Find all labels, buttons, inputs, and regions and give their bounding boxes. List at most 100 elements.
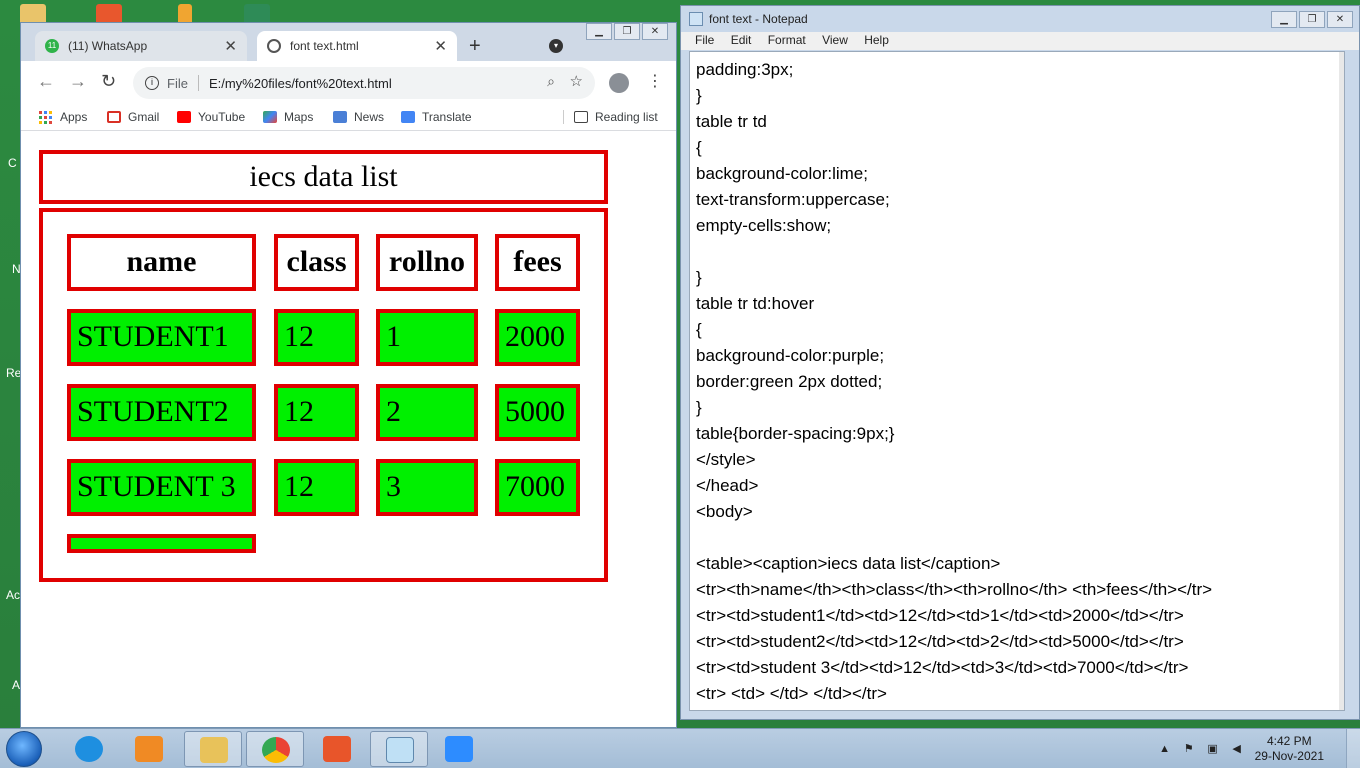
action-center-flag-icon[interactable]: ⚑: [1183, 743, 1195, 755]
code-line: <tr><td>student1</td><td>12</td><td>1</t…: [696, 606, 1184, 625]
taskbar-internet-explorer[interactable]: [60, 731, 118, 767]
table-cell[interactable]: 2000: [495, 309, 580, 366]
menu-file[interactable]: File: [695, 33, 714, 47]
tab-whatsapp[interactable]: 11 (11) WhatsApp ✕: [35, 31, 247, 61]
code-line: padding:3px;: [696, 60, 794, 79]
bookmark-label: Apps: [60, 110, 88, 124]
menu-format[interactable]: Format: [768, 33, 806, 47]
taskbar-chrome[interactable]: [246, 731, 304, 767]
code-line: border:green 2px dotted;: [696, 372, 883, 391]
minimize-button[interactable]: ▁: [1271, 11, 1297, 28]
menu-edit[interactable]: Edit: [731, 33, 752, 47]
clock[interactable]: 4:42 PM 29-Nov-2021: [1255, 734, 1324, 764]
reading-list-button[interactable]: Reading list: [563, 110, 658, 124]
table-cell[interactable]: 5000: [495, 384, 580, 441]
tab-font-text[interactable]: font text.html ✕: [257, 31, 457, 61]
start-button[interactable]: [6, 731, 42, 767]
notepad-text-area[interactable]: padding:3px;} table tr td {background-colo…: [689, 51, 1345, 711]
close-tab-icon[interactable]: ✕: [434, 37, 447, 55]
url-text[interactable]: E:/my%20files/font%20text.html: [209, 76, 392, 91]
minimize-button[interactable]: ▁: [586, 23, 612, 40]
bookmark-label: Gmail: [128, 110, 160, 124]
window-controls: ▁ ❐ ✕: [584, 23, 668, 40]
scheme-label: File: [167, 75, 188, 91]
code-line: <table><caption>iecs data list</caption>: [696, 554, 1001, 573]
table-cell[interactable]: 7000: [495, 459, 580, 516]
clock-time: 4:42 PM: [1266, 734, 1312, 748]
show-hidden-icons-icon[interactable]: ▲: [1159, 743, 1171, 755]
back-arrow-icon[interactable]: ←: [37, 71, 55, 92]
info-icon[interactable]: i: [145, 76, 159, 90]
reading-list-label: Reading list: [595, 110, 658, 124]
bookmark-maps[interactable]: Maps: [263, 110, 313, 124]
address-bar[interactable]: i File E:/my%20files/font%20text.html ⌕ …: [133, 67, 595, 99]
zoom-icon: [445, 736, 473, 762]
menu-help[interactable]: Help: [864, 33, 889, 47]
bookmark-star-icon[interactable]: ☆: [570, 72, 583, 90]
maximize-button[interactable]: ❐: [1299, 11, 1325, 28]
tab-search-icon[interactable]: ▾: [549, 39, 563, 53]
code-line: }: [696, 268, 702, 287]
youtube-icon: [177, 111, 191, 123]
header-cell: rollno: [376, 234, 478, 291]
code-line: background-color:lime;: [696, 164, 868, 183]
code-line: table{border-spacing:9px;}: [696, 424, 895, 443]
bookmark-gmail[interactable]: Gmail: [107, 110, 159, 124]
zoom-icon[interactable]: ⌕: [547, 73, 555, 90]
bookmark-apps[interactable]: Apps: [39, 110, 87, 124]
show-desktop-button[interactable]: [1346, 729, 1360, 768]
empty-table-cell[interactable]: [67, 534, 256, 553]
scrollbar[interactable]: [1339, 52, 1344, 710]
media-player-icon: [135, 736, 163, 762]
tab-label: font text.html: [290, 39, 359, 53]
notepad-window: font text - Notepad ▁ ❐ ✕ File Edit Form…: [680, 5, 1360, 720]
network-icon[interactable]: ▣: [1207, 743, 1219, 755]
table-cell[interactable]: STUDENT1: [67, 309, 256, 366]
maps-icon: [263, 111, 277, 123]
table-cell[interactable]: 3: [376, 459, 478, 516]
page-content: iecs data list name class rollno fees ST…: [21, 132, 676, 727]
code-line: table tr td: [696, 112, 767, 131]
translate-icon: [401, 111, 415, 123]
whatsapp-icon: 11: [45, 39, 59, 53]
table-cell[interactable]: 1: [376, 309, 478, 366]
bookmark-news[interactable]: News: [333, 110, 384, 124]
header-cell: class: [274, 234, 359, 291]
table-cell[interactable]: STUDENT 3: [67, 459, 256, 516]
profile-avatar-icon[interactable]: [609, 73, 629, 93]
taskbar-file-explorer[interactable]: [184, 731, 242, 767]
code-line: <tr> <td> </td> </td></tr>: [696, 684, 887, 703]
table-cell[interactable]: 2: [376, 384, 478, 441]
table-cell[interactable]: 12: [274, 309, 359, 366]
volume-icon[interactable]: ◀: [1231, 743, 1243, 755]
divider: [197, 75, 199, 91]
table-cell[interactable]: 12: [274, 459, 359, 516]
forward-arrow-icon[interactable]: →: [69, 71, 87, 92]
bookmark-youtube[interactable]: YouTube: [177, 110, 245, 124]
table-cell[interactable]: STUDENT2: [67, 384, 256, 441]
bookmark-translate[interactable]: Translate: [401, 110, 472, 124]
new-tab-button[interactable]: +: [469, 35, 481, 58]
taskbar-brave[interactable]: [308, 731, 366, 767]
reload-icon[interactable]: ↻: [101, 71, 116, 92]
taskbar-zoom[interactable]: [430, 731, 488, 767]
desktop-label: Ac: [6, 588, 21, 602]
gmail-icon: [107, 111, 121, 123]
restore-button[interactable]: ❐: [614, 23, 640, 40]
close-window-button[interactable]: ✕: [1327, 11, 1353, 28]
close-tab-icon[interactable]: ✕: [224, 37, 237, 55]
notepad-icon: [386, 737, 414, 763]
close-window-button[interactable]: ✕: [642, 23, 668, 40]
chrome-tab-strip: ▁ ❐ ✕ 11 (11) WhatsApp ✕ font text.html …: [21, 23, 676, 61]
taskbar-notepad[interactable]: [370, 731, 428, 767]
menu-view[interactable]: View: [822, 33, 848, 47]
desktop-label: C: [8, 156, 17, 170]
code-line: text-transform:uppercase;: [696, 190, 890, 209]
table-cell[interactable]: 12: [274, 384, 359, 441]
chrome-icon: [262, 737, 290, 763]
menu-kebab-icon[interactable]: ⋮: [647, 71, 663, 91]
chrome-window: ▁ ❐ ✕ 11 (11) WhatsApp ✕ font text.html …: [20, 22, 677, 728]
taskbar-media-player[interactable]: [120, 731, 178, 767]
system-tray: ▲ ⚑ ▣ ◀ 4:42 PM 29-Nov-2021: [1159, 729, 1360, 768]
